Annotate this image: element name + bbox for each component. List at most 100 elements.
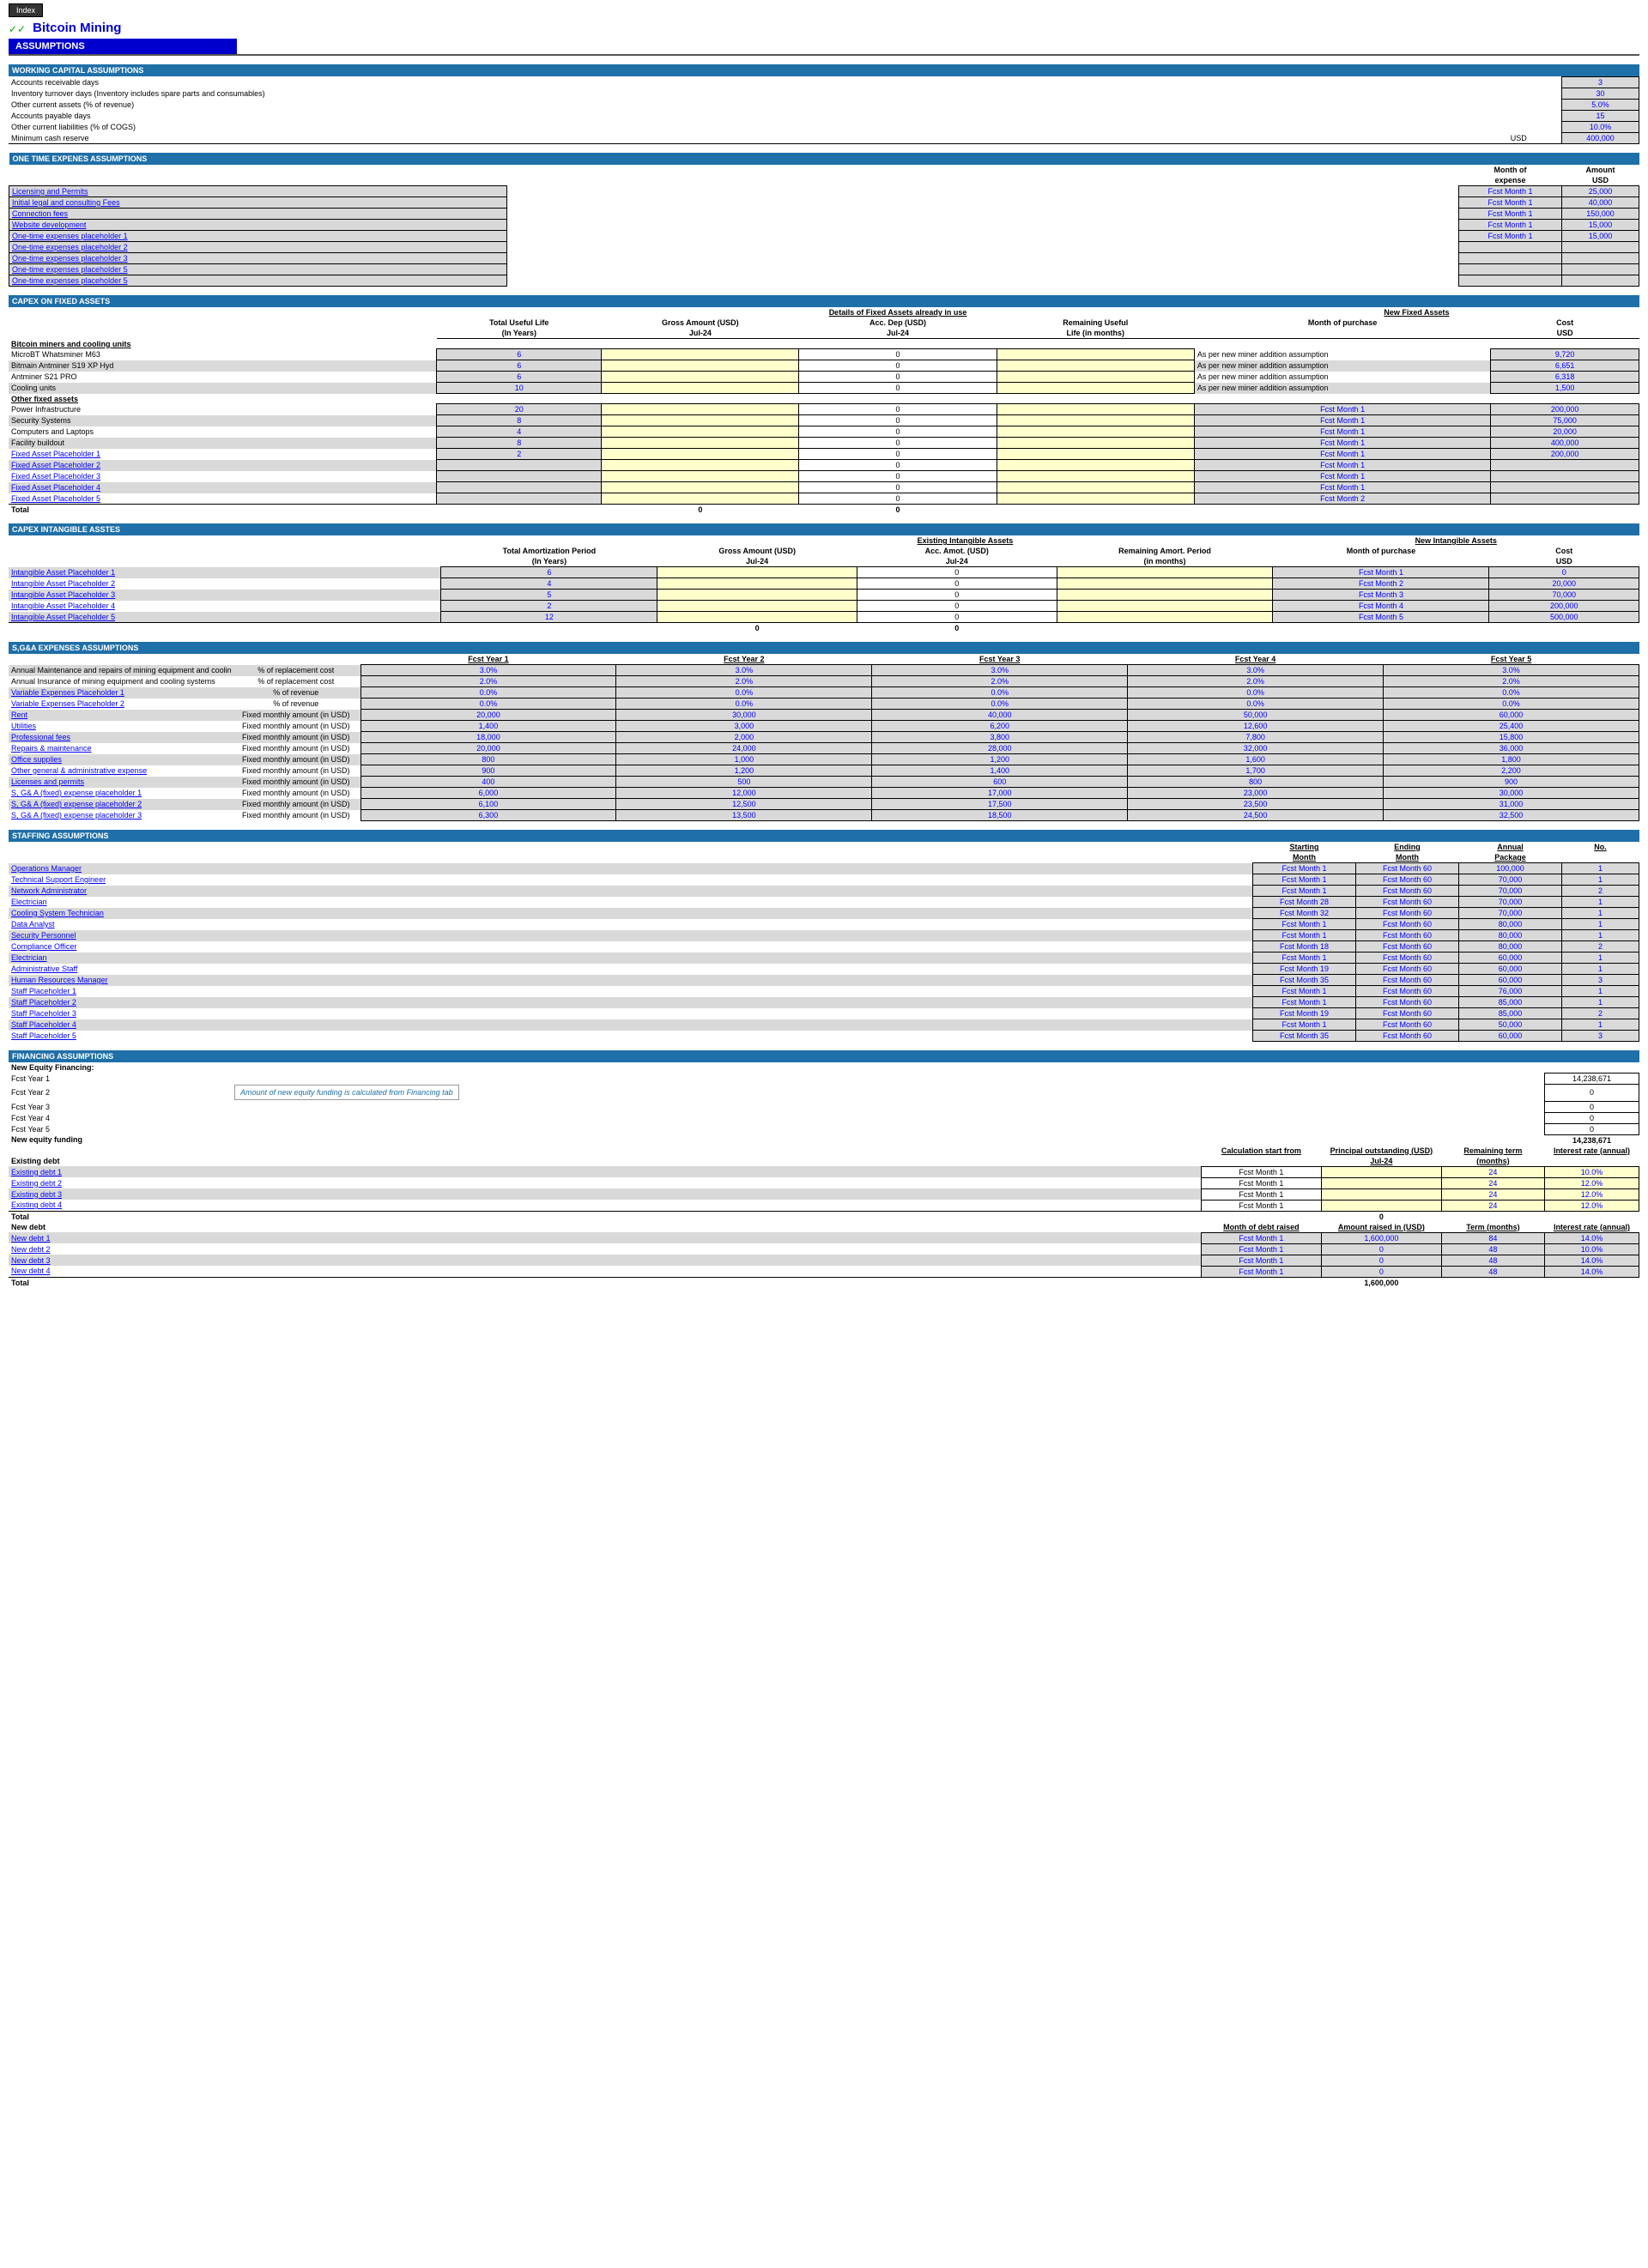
no-cell[interactable]: 3 bbox=[1561, 975, 1639, 986]
row-label[interactable]: Office supplies bbox=[9, 754, 232, 765]
row-label[interactable]: Compliance Officer bbox=[9, 941, 232, 953]
row-label[interactable]: Fixed Asset Placeholder 4 bbox=[9, 482, 437, 493]
value-cell[interactable]: 2,000 bbox=[616, 732, 872, 743]
value-cell[interactable]: 2,200 bbox=[1384, 765, 1639, 777]
life-cell[interactable] bbox=[997, 415, 1194, 426]
life-cell[interactable] bbox=[997, 482, 1194, 493]
mop-cell[interactable]: Fcst Month 1 bbox=[1194, 449, 1490, 460]
end-cell[interactable]: Fcst Month 60 bbox=[1355, 1031, 1458, 1042]
cost-cell[interactable]: 70,000 bbox=[1489, 590, 1639, 601]
value-cell[interactable]: 2.0% bbox=[360, 676, 616, 687]
row-label[interactable]: New debt 2 bbox=[9, 1243, 232, 1255]
row-label[interactable]: New debt 1 bbox=[9, 1232, 232, 1243]
cost-cell[interactable]: 400,000 bbox=[1491, 438, 1639, 449]
years-cell[interactable]: 6 bbox=[437, 372, 602, 383]
package-cell[interactable]: 60,000 bbox=[1458, 975, 1561, 986]
row-label[interactable]: Data Analyst bbox=[9, 919, 232, 930]
life-cell[interactable] bbox=[997, 360, 1194, 372]
years-cell[interactable]: 6 bbox=[441, 567, 657, 578]
term-cell[interactable]: 24 bbox=[1441, 1166, 1544, 1177]
row-label[interactable]: Connection fees bbox=[9, 209, 507, 220]
gross-cell[interactable] bbox=[602, 415, 799, 426]
no-cell[interactable]: 2 bbox=[1561, 941, 1639, 953]
row-label[interactable]: Electrician bbox=[9, 897, 232, 908]
gross-cell[interactable] bbox=[657, 590, 857, 601]
value-cell[interactable]: 1,000 bbox=[616, 754, 872, 765]
value-cell[interactable]: 3,000 bbox=[616, 721, 872, 732]
value-cell[interactable]: 600 bbox=[872, 777, 1128, 788]
value-cell[interactable]: 3,800 bbox=[872, 732, 1128, 743]
life-cell[interactable] bbox=[997, 349, 1194, 360]
no-cell[interactable]: 1 bbox=[1561, 986, 1639, 997]
row-label[interactable]: Technical Support Engineer bbox=[9, 874, 232, 886]
row-label[interactable]: Existing debt 2 bbox=[9, 1177, 232, 1188]
end-cell[interactable]: Fcst Month 60 bbox=[1355, 919, 1458, 930]
no-cell[interactable]: 1 bbox=[1561, 874, 1639, 886]
rate-cell[interactable]: 10.0% bbox=[1544, 1243, 1639, 1255]
gross-cell[interactable] bbox=[602, 404, 799, 415]
rate-cell[interactable]: 14.0% bbox=[1544, 1232, 1639, 1243]
value-cell[interactable]: 3.0% bbox=[616, 665, 872, 676]
gross-cell[interactable] bbox=[657, 601, 857, 612]
value-cell[interactable]: 2.0% bbox=[1128, 676, 1384, 687]
month-cell[interactable] bbox=[1458, 242, 1561, 253]
value-cell[interactable]: 0.0% bbox=[616, 687, 872, 699]
start-cell[interactable]: Fcst Month 28 bbox=[1252, 897, 1355, 908]
month-cell[interactable]: Fcst Month 1 bbox=[1201, 1232, 1321, 1243]
value-cell[interactable]: 30 bbox=[1561, 88, 1639, 100]
value-cell[interactable]: 13,500 bbox=[616, 810, 872, 821]
value-cell[interactable]: 60,000 bbox=[1384, 710, 1639, 721]
row-label[interactable]: One-time expenses placeholder 2 bbox=[9, 242, 507, 253]
mop-cell[interactable]: Fcst Month 5 bbox=[1273, 612, 1489, 623]
period-cell[interactable] bbox=[1057, 567, 1273, 578]
cost-cell[interactable]: 200,000 bbox=[1491, 449, 1639, 460]
value-cell[interactable]: 6,200 bbox=[872, 721, 1128, 732]
row-label[interactable]: Existing debt 1 bbox=[9, 1166, 232, 1177]
no-cell[interactable]: 1 bbox=[1561, 863, 1639, 874]
start-cell[interactable]: Fcst Month 19 bbox=[1252, 964, 1355, 975]
row-label[interactable]: Intangible Asset Placeholder 1 bbox=[9, 567, 441, 578]
value-cell[interactable]: 7,800 bbox=[1128, 732, 1384, 743]
row-label[interactable]: Website development bbox=[9, 220, 507, 231]
start-cell[interactable]: Fcst Month 1 bbox=[1252, 863, 1355, 874]
value-cell[interactable]: 3.0% bbox=[1384, 665, 1639, 676]
principal-cell[interactable] bbox=[1321, 1200, 1441, 1211]
package-cell[interactable]: 70,000 bbox=[1458, 908, 1561, 919]
value-cell[interactable]: 0.0% bbox=[872, 699, 1128, 710]
value-cell[interactable]: 1,200 bbox=[872, 754, 1128, 765]
row-label[interactable]: Network Administrator bbox=[9, 886, 232, 897]
month-cell[interactable] bbox=[1458, 264, 1561, 275]
gross-cell[interactable] bbox=[657, 612, 857, 623]
month-cell[interactable] bbox=[1458, 275, 1561, 287]
cost-cell[interactable]: 200,000 bbox=[1491, 404, 1639, 415]
term-cell[interactable]: 84 bbox=[1441, 1232, 1544, 1243]
start-cell[interactable]: Fcst Month 1 bbox=[1252, 930, 1355, 941]
no-cell[interactable]: 1 bbox=[1561, 897, 1639, 908]
end-cell[interactable]: Fcst Month 60 bbox=[1355, 1008, 1458, 1019]
value-cell[interactable]: 0.0% bbox=[1384, 699, 1639, 710]
end-cell[interactable]: Fcst Month 60 bbox=[1355, 953, 1458, 964]
row-label[interactable]: One-time expenses placeholder 5 bbox=[9, 264, 507, 275]
row-label[interactable]: Security Personnel bbox=[9, 930, 232, 941]
years-cell[interactable] bbox=[437, 493, 602, 505]
row-label[interactable]: One-time expenses placeholder 5 bbox=[9, 275, 507, 287]
amount-cell[interactable]: 1,600,000 bbox=[1321, 1232, 1441, 1243]
value-cell[interactable]: 12,500 bbox=[616, 799, 872, 810]
life-cell[interactable] bbox=[997, 471, 1194, 482]
value-cell[interactable]: 0.0% bbox=[360, 687, 616, 699]
term-cell[interactable]: 48 bbox=[1441, 1266, 1544, 1277]
years-cell[interactable]: 2 bbox=[441, 601, 657, 612]
start-cell[interactable]: Fcst Month 18 bbox=[1252, 941, 1355, 953]
gross-cell[interactable] bbox=[602, 372, 799, 383]
package-cell[interactable]: 70,000 bbox=[1458, 897, 1561, 908]
value-cell[interactable]: 1,600 bbox=[1128, 754, 1384, 765]
package-cell[interactable]: 70,000 bbox=[1458, 886, 1561, 897]
cost-cell[interactable]: 500,000 bbox=[1489, 612, 1639, 623]
value-cell[interactable]: 31,000 bbox=[1384, 799, 1639, 810]
row-label[interactable]: Fixed Asset Placeholder 3 bbox=[9, 471, 437, 482]
end-cell[interactable]: Fcst Month 60 bbox=[1355, 964, 1458, 975]
mop-cell[interactable]: Fcst Month 1 bbox=[1194, 426, 1490, 438]
month-cell[interactable]: Fcst Month 1 bbox=[1201, 1266, 1321, 1277]
years-cell[interactable] bbox=[437, 471, 602, 482]
value-cell[interactable]: 800 bbox=[360, 754, 616, 765]
